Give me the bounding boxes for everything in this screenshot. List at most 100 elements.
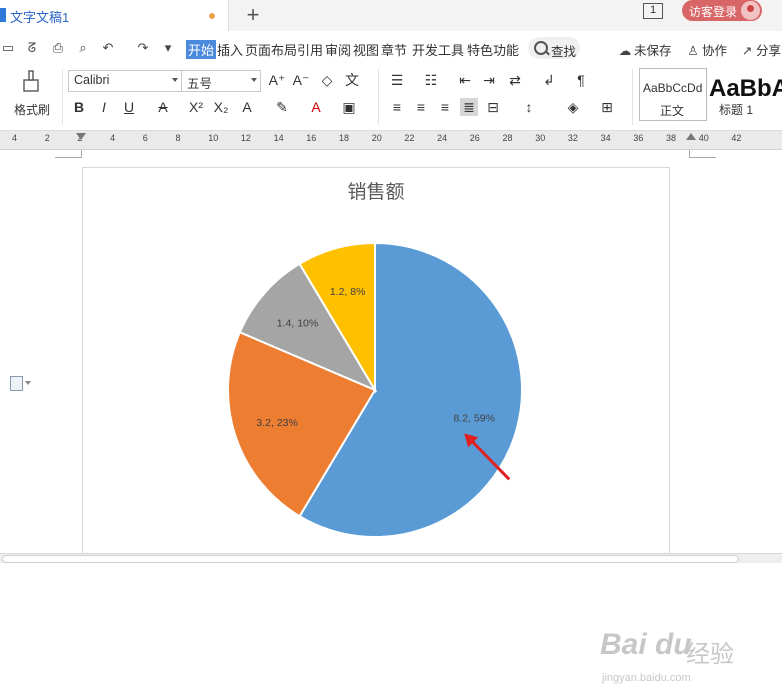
align-left-icon[interactable]: ≡: [388, 98, 406, 116]
window-number-indicator[interactable]: 1: [643, 3, 663, 19]
search-label: 查找: [551, 45, 577, 59]
share-label: 分享: [756, 44, 782, 58]
pie-data-label: 3.2, 23%: [256, 417, 297, 429]
shrink-font-icon[interactable]: A⁻: [292, 71, 310, 89]
collaborate-label: 协作: [702, 44, 728, 58]
person-icon: ♙: [687, 44, 699, 58]
underline-icon[interactable]: U: [120, 98, 138, 116]
bold-icon[interactable]: B: [70, 98, 88, 116]
justify-icon[interactable]: ≣: [460, 98, 478, 116]
menu-tab-7[interactable]: 开发工具: [412, 40, 464, 59]
avatar-icon: [741, 1, 760, 20]
ruler-tick-label: 30: [535, 133, 546, 143]
pie-data-label: 1.2, 8%: [330, 286, 366, 298]
new-tab-button[interactable]: +: [243, 2, 263, 28]
document-icon: [0, 8, 6, 22]
distribute-icon[interactable]: ⊟: [484, 98, 502, 116]
show-marks-icon[interactable]: ¶: [572, 71, 590, 89]
menu-tab-5[interactable]: 视图: [353, 40, 379, 59]
search-icon: [534, 41, 548, 55]
font-size-select[interactable]: 五号: [181, 70, 261, 92]
menu-tab-4[interactable]: 审阅: [325, 40, 351, 59]
format-painter-button[interactable]: 格式刷: [14, 101, 50, 118]
phonetic-guide-icon[interactable]: 文: [343, 71, 361, 89]
document-tab[interactable]: 文字文稿1: [0, 0, 229, 31]
document-area[interactable]: 销售额 8.2, 59% 3.2, 23% 1.4, 10% 1.2, 8% Bai …: [0, 150, 782, 684]
left-indent-marker[interactable]: [76, 133, 86, 140]
menu-tab-2[interactable]: 页面布局: [245, 40, 297, 59]
divider: [62, 69, 63, 125]
search-button[interactable]: 查找: [528, 37, 580, 59]
ruler-tick-label: 32: [567, 133, 578, 143]
baidu-watermark: Bai du 经验 jingyan.baidu.com: [600, 628, 750, 698]
share-button[interactable]: ↗ 分享: [740, 40, 781, 59]
ruler-tick-label: 34: [600, 133, 611, 143]
style-normal[interactable]: AaBbCcDd 正文: [639, 68, 707, 121]
ruler-tick-label: 22: [404, 133, 415, 143]
menu-tab-3[interactable]: 引用: [297, 40, 323, 59]
text-effect-icon[interactable]: A: [238, 98, 256, 116]
print-icon[interactable]: ⎙: [50, 40, 66, 56]
ruler-tick-label: 16: [306, 133, 317, 143]
margin-corner-left: [55, 150, 82, 158]
more-icon[interactable]: ▾: [160, 40, 176, 56]
increase-indent-icon[interactable]: ⇥: [480, 71, 498, 89]
format-painter-icon: [23, 70, 39, 92]
unsaved-label: 未保存: [634, 44, 672, 58]
numbered-list-icon[interactable]: ☷: [422, 71, 440, 89]
undo-icon[interactable]: ↶: [100, 40, 116, 56]
chevron-down-icon: [251, 78, 257, 82]
sort-icon[interactable]: ↲: [540, 71, 558, 89]
borders-icon[interactable]: ⊞: [598, 98, 616, 116]
bullet-list-icon[interactable]: ☰: [388, 71, 406, 89]
align-right-icon[interactable]: ≡: [436, 98, 454, 116]
menu-tab-1[interactable]: 插入: [217, 40, 243, 59]
ruler-tick-label: 20: [371, 133, 382, 143]
chart-frame[interactable]: 销售额 8.2, 59% 3.2, 23% 1.4, 10% 1.2, 8%: [82, 167, 670, 559]
pie-chart[interactable]: 8.2, 59% 3.2, 23% 1.4, 10% 1.2, 8%: [83, 168, 669, 558]
collaborate-button[interactable]: ♙ 协作: [686, 40, 727, 59]
ruler-tick-label: 8: [175, 133, 181, 143]
format-icon[interactable]: ᘔ: [24, 40, 40, 56]
guest-login-label: 访客登录: [689, 5, 738, 19]
print-preview-icon[interactable]: ⌕: [75, 40, 91, 56]
font-name-select[interactable]: Calibri: [68, 70, 182, 92]
document-map-icon[interactable]: [10, 376, 31, 391]
align-center-icon[interactable]: ≡: [412, 98, 430, 116]
style-normal-label: 正文: [660, 104, 685, 118]
decrease-indent-icon[interactable]: ⇤: [456, 71, 474, 89]
ruler-tick-label: 24: [437, 133, 448, 143]
save-icon[interactable]: ▭: [0, 40, 16, 56]
ruler-tick-label: 36: [633, 133, 644, 143]
watermark-logo: Bai du: [600, 628, 692, 661]
char-border-icon[interactable]: ▣: [340, 98, 358, 116]
menu-tab-8[interactable]: 特色功能: [467, 40, 519, 59]
unsaved-status[interactable]: ☁ 未保存: [618, 40, 672, 59]
font-color-icon[interactable]: A: [307, 98, 325, 116]
ruler-tick-label: 4: [12, 133, 18, 143]
grow-font-icon[interactable]: A⁺: [268, 71, 286, 89]
subscript-icon[interactable]: X₂: [212, 98, 230, 116]
style-heading1-sample[interactable]: AaBbA: [709, 75, 782, 103]
ruler-tick-label: 6: [142, 133, 148, 143]
share-icon: ↗: [741, 44, 753, 58]
pie-data-label: 1.4, 10%: [277, 317, 318, 329]
clear-format-icon[interactable]: ◇: [318, 71, 336, 89]
shading-icon[interactable]: ◈: [564, 98, 582, 116]
right-indent-marker[interactable]: [686, 133, 696, 140]
divider: [632, 69, 633, 125]
line-spacing-icon[interactable]: ↕: [520, 98, 538, 116]
italic-icon[interactable]: I: [95, 98, 113, 116]
font-name-value: Calibri: [74, 73, 110, 87]
strikethrough-icon[interactable]: A: [154, 98, 172, 116]
highlight-icon[interactable]: ✎: [273, 98, 291, 116]
redo-icon[interactable]: ↷: [135, 40, 151, 56]
menu-tab-0[interactable]: 开始: [186, 40, 217, 59]
guest-login-button[interactable]: 访客登录: [682, 0, 762, 21]
watermark-text: 经验: [686, 641, 734, 668]
menu-tab-6[interactable]: 章节: [381, 40, 407, 59]
style-heading1-label[interactable]: 标题 1: [719, 101, 753, 118]
superscript-icon[interactable]: X²: [187, 98, 205, 116]
text-direction-icon[interactable]: ⇄: [506, 71, 524, 89]
horizontal-ruler[interactable]: 4 2 2 4 6 8 10 12 14 16 18 20 22 24 26 28 30 32 34 36 38 40 42: [0, 131, 782, 150]
